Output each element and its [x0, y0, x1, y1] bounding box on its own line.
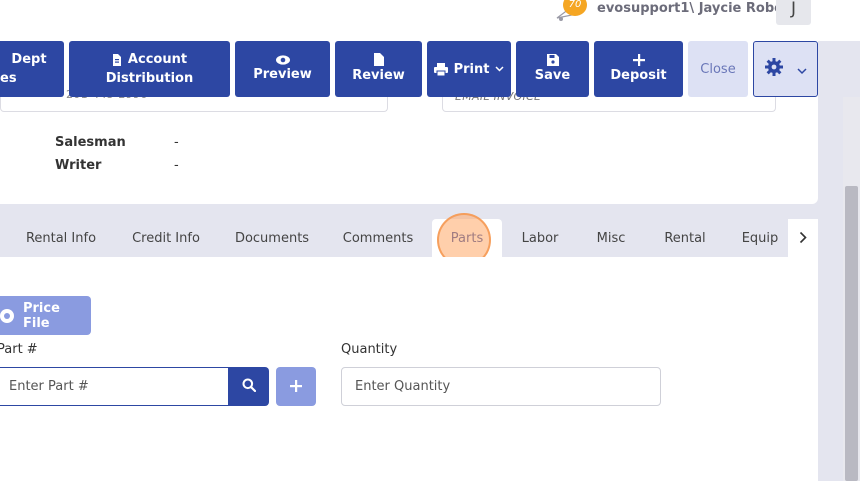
chevron-down-icon: [495, 66, 504, 72]
writer-label: Writer: [55, 158, 102, 173]
quantity-input[interactable]: [341, 367, 661, 406]
deposit-button[interactable]: Deposit: [594, 41, 683, 97]
plus-icon: [632, 53, 645, 66]
close-button[interactable]: Close: [688, 41, 748, 97]
dept-button[interactable]: Dept es: [0, 41, 64, 97]
part-number-input[interactable]: [0, 367, 230, 406]
part-number-label: Part #: [0, 342, 38, 357]
tab-comments[interactable]: Comments: [334, 219, 422, 257]
tab-rental[interactable]: Rental: [654, 219, 716, 257]
user-name[interactable]: evosupport1\ Jaycie Roberts: [597, 1, 803, 16]
settings-dropdown-button[interactable]: [753, 41, 818, 97]
save-button[interactable]: Save: [516, 41, 589, 97]
dept-label: Dept: [11, 52, 47, 67]
preview-button[interactable]: Preview: [235, 41, 330, 97]
tabs-next-button[interactable]: [788, 219, 818, 257]
avatar[interactable]: J: [776, 0, 811, 25]
quantity-label: Quantity: [341, 342, 398, 357]
search-icon: [242, 377, 256, 396]
review-button[interactable]: Review: [335, 41, 422, 97]
part-search-button[interactable]: [228, 367, 269, 406]
document-icon: [112, 53, 122, 66]
tab-rental-info[interactable]: Rental Info: [15, 219, 107, 257]
preview-label: Preview: [253, 66, 312, 82]
tab-documents[interactable]: Documents: [225, 219, 319, 257]
save-label: Save: [534, 67, 571, 83]
plus-icon: [290, 377, 302, 396]
tab-misc[interactable]: Misc: [583, 219, 639, 257]
review-label: Review: [352, 68, 405, 83]
eye-icon: [275, 54, 290, 65]
disc-icon: [0, 308, 14, 323]
tab-equip[interactable]: Equip: [731, 219, 789, 257]
account-label: Account: [127, 52, 188, 67]
print-label: Print: [453, 61, 490, 77]
chevron-right-icon: [799, 229, 807, 248]
gear-icon: [764, 58, 783, 80]
salesman-value: -: [174, 135, 179, 150]
price-file-button[interactable]: Price File: [0, 296, 91, 335]
printer-icon: [433, 62, 448, 76]
writer-value: -: [174, 158, 179, 173]
dept-label-2: es: [0, 71, 17, 86]
tab-credit-info[interactable]: Credit Info: [122, 219, 210, 257]
print-button[interactable]: Print: [427, 41, 511, 97]
salesman-label: Salesman: [55, 135, 126, 150]
chevron-down-icon: [796, 60, 807, 79]
scrollbar-thumb[interactable]: [845, 186, 858, 481]
distribution-label: Distribution: [105, 71, 194, 86]
floppy-icon: [546, 53, 559, 66]
account-distribution-button[interactable]: Account Distribution: [69, 41, 230, 97]
price-file-label: Price File: [22, 300, 60, 331]
tab-labor[interactable]: Labor: [512, 219, 568, 257]
add-part-button[interactable]: [276, 367, 316, 406]
deposit-label: Deposit: [610, 67, 667, 83]
file-icon: [373, 53, 384, 66]
